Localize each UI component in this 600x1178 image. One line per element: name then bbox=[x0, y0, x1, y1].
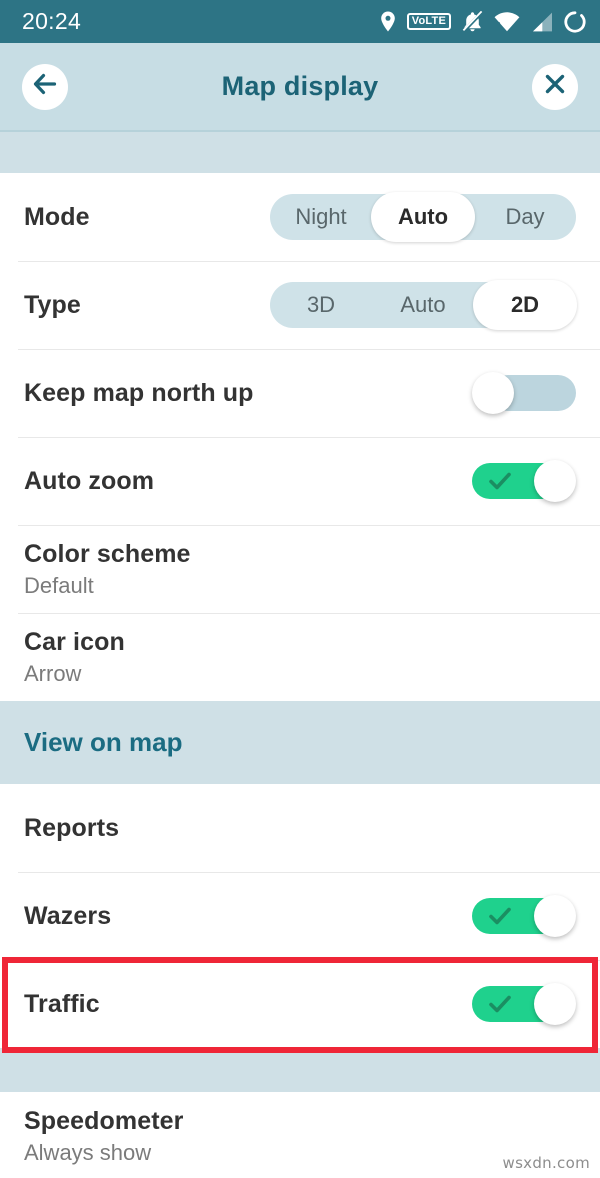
setting-label-car-icon: Car icon bbox=[24, 627, 125, 656]
segmented-control-mode[interactable]: Night Auto Day bbox=[270, 192, 576, 242]
setting-row-car-icon[interactable]: Car icon Arrow bbox=[0, 613, 600, 701]
settings-list: Mode Night Auto Day Type 3D Auto 2D Keep… bbox=[0, 173, 600, 701]
battery-circle-icon bbox=[564, 10, 586, 33]
check-icon bbox=[489, 906, 511, 926]
bottom-spacer-band bbox=[0, 1048, 600, 1092]
check-icon bbox=[489, 994, 511, 1014]
status-bar-clock: 20:24 bbox=[22, 8, 82, 34]
cellular-signal-icon bbox=[531, 12, 553, 32]
setting-label-speedometer: Speedometer bbox=[24, 1106, 184, 1135]
watermark: wsxdn.com bbox=[502, 1154, 590, 1172]
setting-row-traffic[interactable]: Traffic bbox=[0, 960, 600, 1048]
toggle-knob bbox=[534, 895, 576, 937]
setting-label-mode: Mode bbox=[24, 202, 90, 231]
setting-value-speedometer: Always show bbox=[24, 1139, 152, 1165]
segment-type-3d[interactable]: 3D bbox=[270, 282, 372, 328]
arrow-left-icon bbox=[32, 72, 58, 101]
top-spacer-band bbox=[0, 132, 600, 173]
map-display-screen: 20:24 VoLTE Map display Mode Night Auto … bbox=[0, 0, 600, 1178]
toggle-knob bbox=[472, 372, 514, 414]
setting-text-speedometer: Speedometer Always show bbox=[24, 1107, 184, 1166]
toggle-auto-zoom[interactable] bbox=[472, 460, 576, 502]
setting-row-wazers[interactable]: Wazers bbox=[0, 872, 600, 960]
section-title: View on map bbox=[24, 727, 183, 757]
toggle-traffic[interactable] bbox=[472, 983, 576, 1025]
segment-type-2d[interactable]: 2D bbox=[474, 282, 576, 328]
setting-text-color-scheme: Color scheme Default bbox=[24, 540, 191, 599]
page-title: Map display bbox=[221, 71, 379, 101]
volte-icon: VoLTE bbox=[406, 12, 451, 31]
setting-row-auto-zoom[interactable]: Auto zoom bbox=[0, 437, 600, 525]
setting-row-reports[interactable]: Reports bbox=[0, 784, 600, 872]
toggle-knob bbox=[534, 983, 576, 1025]
setting-row-keep-map-north-up[interactable]: Keep map north up bbox=[0, 349, 600, 437]
segment-mode-auto[interactable]: Auto bbox=[372, 194, 474, 240]
setting-control-mode: Night Auto Day bbox=[270, 192, 576, 242]
setting-label-auto-zoom: Auto zoom bbox=[24, 466, 155, 495]
setting-row-mode[interactable]: Mode Night Auto Day bbox=[0, 173, 600, 261]
setting-value-car-icon: Arrow bbox=[24, 660, 82, 686]
setting-label-keep-map-north-up: Keep map north up bbox=[24, 378, 254, 407]
setting-label-reports: Reports bbox=[24, 813, 120, 842]
location-pin-icon bbox=[380, 11, 396, 32]
app-bar: Map display bbox=[0, 43, 600, 130]
segment-mode-night[interactable]: Night bbox=[270, 194, 372, 240]
close-icon bbox=[543, 72, 567, 101]
wifi-icon bbox=[494, 11, 520, 32]
bell-muted-icon bbox=[462, 10, 483, 33]
setting-control-type: 3D Auto 2D bbox=[270, 280, 577, 330]
toggle-knob bbox=[534, 460, 576, 502]
setting-control-wazers bbox=[472, 895, 576, 937]
setting-label-type: Type bbox=[24, 290, 81, 319]
segment-type-auto[interactable]: Auto bbox=[372, 282, 474, 328]
status-bar: 20:24 VoLTE bbox=[0, 0, 600, 43]
setting-control-keep-map-north-up bbox=[472, 372, 576, 414]
setting-row-type[interactable]: Type 3D Auto 2D bbox=[0, 261, 600, 349]
back-button[interactable] bbox=[22, 63, 68, 110]
toggle-wazers[interactable] bbox=[472, 895, 576, 937]
segment-mode-day[interactable]: Day bbox=[474, 194, 576, 240]
status-bar-icons: VoLTE bbox=[380, 10, 586, 33]
setting-control-auto-zoom bbox=[472, 460, 576, 502]
view-on-map-list: Reports Wazers Traffic bbox=[0, 784, 600, 1048]
setting-text-car-icon: Car icon Arrow bbox=[24, 628, 125, 687]
close-button[interactable] bbox=[532, 63, 578, 110]
segmented-control-type[interactable]: 3D Auto 2D bbox=[270, 280, 577, 330]
section-header-view-on-map: View on map bbox=[0, 701, 600, 784]
setting-label-traffic: Traffic bbox=[24, 989, 100, 1018]
toggle-keep-map-north-up[interactable] bbox=[472, 372, 576, 414]
setting-label-wazers: Wazers bbox=[24, 901, 112, 930]
setting-label-color-scheme: Color scheme bbox=[24, 539, 191, 568]
check-icon bbox=[489, 471, 511, 491]
setting-row-color-scheme[interactable]: Color scheme Default bbox=[0, 525, 600, 613]
setting-control-traffic bbox=[472, 983, 576, 1025]
setting-value-color-scheme: Default bbox=[24, 572, 94, 598]
